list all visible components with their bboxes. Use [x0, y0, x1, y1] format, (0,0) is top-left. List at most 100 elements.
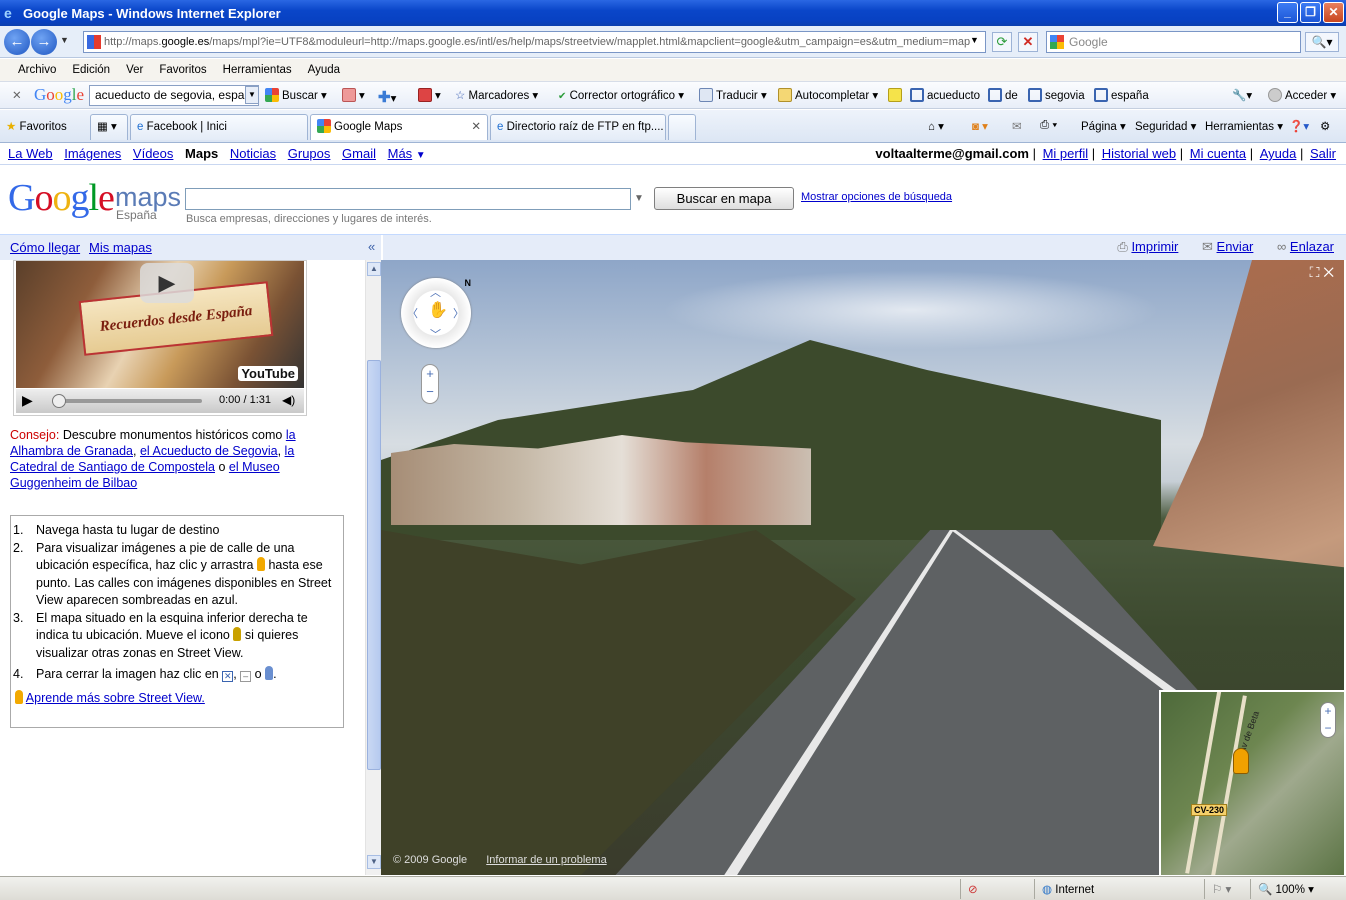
buscar-en-mapa-button[interactable]: Buscar en mapa — [654, 187, 794, 210]
link-videos[interactable]: Vídeos — [133, 146, 173, 161]
link-grupos[interactable]: Grupos — [288, 146, 331, 161]
sharing-icon[interactable]: ▾ — [418, 88, 441, 102]
search-history-dropdown-icon[interactable]: ▼ — [634, 193, 644, 204]
link-mas[interactable]: Más — [388, 146, 413, 161]
history-dropdown-icon[interactable]: ▼ — [60, 35, 69, 45]
close-tab-icon[interactable]: ✕ — [471, 115, 481, 139]
map-search-input[interactable] — [185, 188, 631, 210]
mini-map[interactable]: Av de Beta CV-230 + − — [1159, 690, 1344, 875]
protected-mode-icon[interactable]: ⚐ ▾ — [1212, 882, 1231, 896]
link-ayuda[interactable]: Ayuda — [1260, 146, 1297, 161]
term-segovia[interactable]: segovia — [1028, 88, 1085, 102]
zoom-out-icon[interactable]: − — [422, 383, 438, 401]
google-maps-logo[interactable]: Google — [8, 176, 115, 220]
pan-down-icon[interactable]: ﹀ — [430, 326, 441, 342]
link-gmail[interactable]: Gmail — [342, 146, 376, 161]
term-espana[interactable]: españa — [1094, 88, 1149, 102]
scroll-up-icon[interactable]: ▲ — [367, 262, 381, 276]
close-window-button[interactable]: ✕ — [1323, 2, 1344, 23]
menu-ayuda[interactable]: Ayuda — [300, 64, 348, 76]
youtube-video-player[interactable]: Recuerdos desde España ▶ YouTube ▶ 0:00 … — [13, 260, 307, 416]
enviar-link[interactable]: Enviar — [1217, 239, 1254, 254]
url-dropdown-icon[interactable]: ▼ — [970, 35, 979, 45]
link-noticias[interactable]: Noticias — [230, 146, 276, 161]
youtube-logo[interactable]: YouTube — [238, 366, 298, 381]
term-acueducto[interactable]: acueducto — [910, 88, 980, 102]
browser-search-input[interactable]: Google — [1046, 31, 1301, 53]
quick-tabs-button[interactable]: ▦ ▾ — [90, 114, 128, 140]
pegman-marker[interactable] — [1233, 748, 1249, 774]
video-seek-handle[interactable] — [52, 394, 66, 408]
pagina-menu[interactable]: Página ▾ — [1081, 119, 1126, 133]
wrench-icon[interactable]: 🔧▾ — [1232, 88, 1252, 102]
pagerank-icon[interactable]: ▾ — [342, 88, 365, 102]
left-panel-scrollbar[interactable]: ▲ ▼ — [365, 260, 381, 875]
help-icon[interactable]: ❓▾ — [1289, 119, 1309, 133]
acueducto-link[interactable]: el Acueducto de Segovia — [140, 444, 278, 458]
search-options-link[interactable]: Mostrar opciones de búsqueda — [801, 191, 952, 203]
menu-edicion[interactable]: Edición — [64, 64, 118, 76]
google-toolbar-logo[interactable]: Google — [34, 85, 84, 105]
toolbar-close-icon[interactable]: ✕ — [12, 88, 22, 102]
zoom-control[interactable]: + − — [421, 364, 439, 404]
video-thumbnail[interactable]: Recuerdos desde España ▶ YouTube — [16, 261, 304, 388]
add-button-icon[interactable]: ✚▾ — [378, 88, 396, 106]
close-streetview-icon[interactable]: ✕ — [1323, 264, 1334, 280]
print-icon[interactable]: ⎙ ▾ — [1040, 119, 1057, 132]
link-salir[interactable]: Salir — [1310, 146, 1336, 161]
mail-icon[interactable]: ✉ — [1012, 119, 1022, 133]
minimap-zoom-in-icon[interactable]: + — [1321, 703, 1335, 720]
browser-search-button[interactable]: 🔍▾ — [1305, 32, 1339, 52]
pan-control[interactable]: ︿ 〈 ✋ 〉 ﹀ N — [401, 278, 471, 348]
mas-dropdown-icon[interactable]: ▼ — [416, 150, 426, 161]
link-historial-web[interactable]: Historial web — [1102, 146, 1176, 161]
research-icon[interactable]: ⚙ — [1320, 119, 1330, 133]
menu-archivo[interactable]: Archivo — [10, 64, 64, 76]
mis-mapas-link[interactable]: Mis mapas — [89, 240, 152, 255]
enlazar-link[interactable]: Enlazar — [1290, 239, 1334, 254]
buscar-button[interactable]: Buscar ▾ — [265, 88, 327, 102]
scroll-thumb[interactable] — [367, 360, 381, 770]
tab-facebook[interactable]: e Facebook | Inici — [130, 114, 308, 140]
favoritos-button[interactable]: ★ Favoritos — [6, 119, 67, 133]
menu-herramientas[interactable]: Herramientas — [215, 64, 300, 76]
url-field[interactable]: http://maps.google.es/maps/mpl?ie=UTF8&m… — [83, 31, 986, 53]
minimize-button[interactable]: _ — [1277, 2, 1298, 23]
security-zone[interactable]: ◍ Internet — [1042, 882, 1094, 896]
restore-button[interactable]: ❐ — [1300, 2, 1321, 23]
forward-button[interactable]: → — [31, 29, 57, 55]
popup-blocked-icon[interactable]: ⊘ — [968, 882, 978, 896]
link-mi-perfil[interactable]: Mi perfil — [1043, 146, 1089, 161]
seguridad-menu[interactable]: Seguridad ▾ — [1135, 119, 1196, 133]
imprimir-link[interactable]: Imprimir — [1131, 239, 1178, 254]
zoom-level[interactable]: 🔍 100% ▾ — [1258, 882, 1314, 896]
new-tab-button[interactable] — [668, 114, 696, 140]
imprimir-action[interactable]: ⎙ Imprimir — [1107, 239, 1178, 254]
enviar-action[interactable]: ✉ Enviar — [1192, 239, 1253, 254]
fullscreen-icon[interactable]: ⛶ — [1310, 264, 1320, 280]
collapse-panel-icon[interactable]: « — [368, 239, 375, 254]
corrector-button[interactable]: ✔ Corrector ortográfico ▾ — [558, 88, 684, 102]
query-dropdown-icon[interactable]: ▼ — [245, 86, 259, 104]
term-de[interactable]: de — [988, 88, 1018, 102]
pan-up-icon[interactable]: ︿ — [430, 284, 441, 300]
autocompletar-button[interactable]: Autocompletar ▾ — [778, 88, 878, 102]
play-icon[interactable]: ▶ — [22, 392, 33, 409]
feeds-icon[interactable]: ◙ ▾ — [972, 119, 988, 133]
home-icon[interactable]: ⌂ ▾ — [928, 119, 944, 133]
traducir-button[interactable]: Traducir ▾ — [699, 88, 767, 102]
link-la-web[interactable]: La Web — [8, 146, 53, 161]
menu-favoritos[interactable]: Favoritos — [151, 64, 214, 76]
minimap-zoom-out-icon[interactable]: − — [1321, 720, 1335, 737]
highlight-icon[interactable] — [888, 88, 905, 102]
volume-icon[interactable]: ◀) — [282, 393, 295, 407]
play-overlay-icon[interactable]: ▶ — [140, 263, 194, 303]
scroll-down-icon[interactable]: ▼ — [367, 855, 381, 869]
learn-more-link[interactable]: Aprende más sobre Street View. — [26, 691, 205, 705]
pan-left-icon[interactable]: 〈 — [407, 305, 418, 321]
video-seek-bar[interactable] — [56, 399, 202, 403]
herramientas-menu[interactable]: Herramientas ▾ — [1205, 119, 1283, 133]
back-button[interactable]: ← — [4, 29, 30, 55]
street-view-panorama[interactable]: ︿ 〈 ✋ 〉 ﹀ N + − ⛶ ✕ © 2009 Google Inform… — [381, 260, 1344, 875]
enlazar-action[interactable]: ∞ Enlazar — [1267, 239, 1334, 254]
